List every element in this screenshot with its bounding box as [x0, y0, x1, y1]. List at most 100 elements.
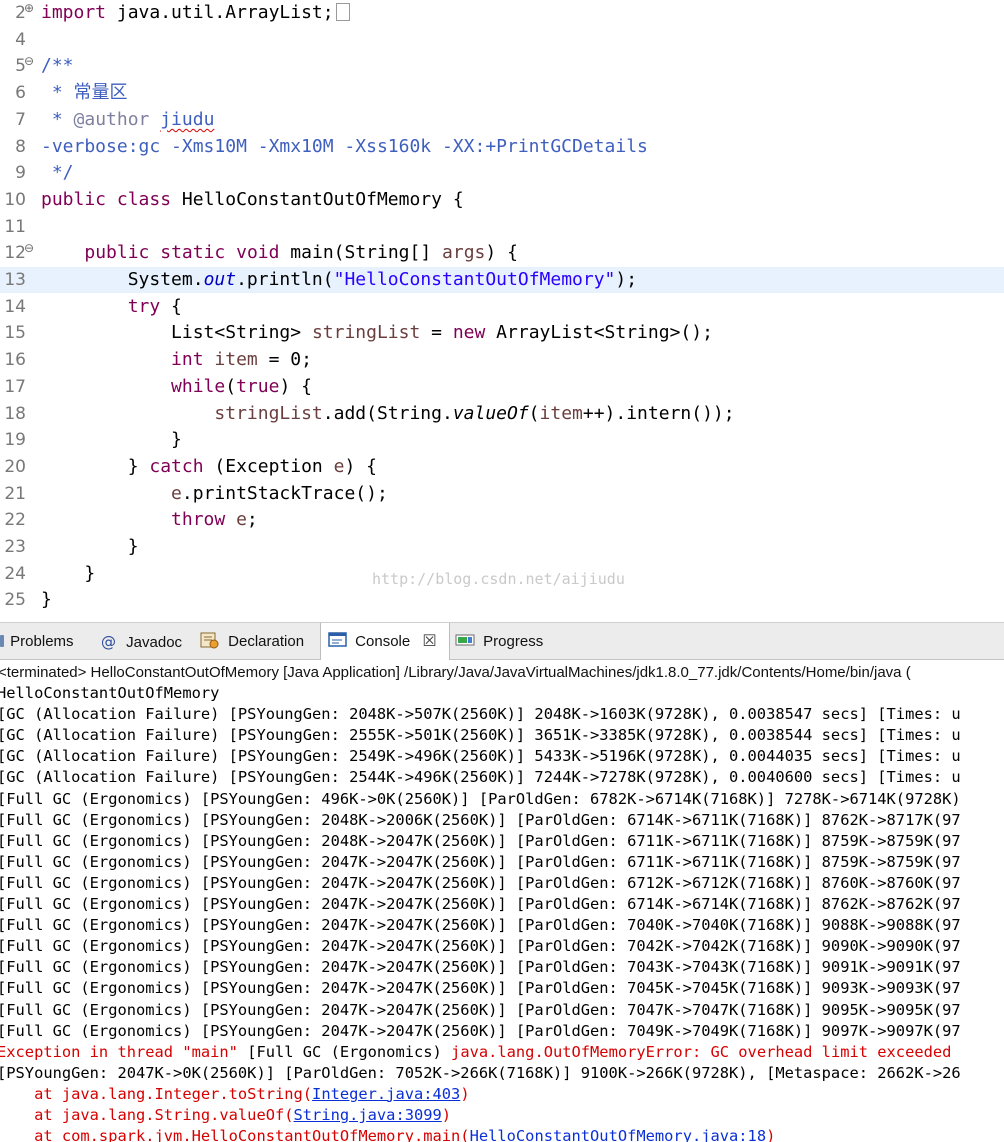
console-line: at java.lang.String.valueOf(String.java:…	[0, 1105, 451, 1126]
console-line: [Full GC (Ergonomics) [PSYoungGen: 2047K…	[0, 894, 961, 915]
line-number: 8	[15, 136, 26, 157]
line-number: 15	[4, 323, 26, 344]
line-number: 19	[4, 430, 26, 451]
code-line[interactable]: 5 ⊖ /**	[0, 53, 1004, 79]
collapse-fold-icon[interactable]: ⊖	[24, 241, 34, 255]
console-line: [Full GC (Ergonomics) [PSYoungGen: 2047K…	[0, 978, 961, 999]
code-line[interactable]: 20 } catch (Exception e) {	[0, 454, 1004, 480]
code-editor[interactable]: 2 ⊕ import java.util.ArrayList; 4 5 ⊖/** 6 * 常…	[0, 0, 1004, 622]
stack-trace-link[interactable]: String.java:3099	[294, 1106, 442, 1124]
code-token: /**	[41, 55, 74, 77]
code-line[interactable]: 9 */	[0, 160, 1004, 186]
code-token: stringList	[214, 402, 323, 424]
console-view[interactable]: <terminated> HelloConstantOutOfMemory [J…	[0, 660, 1004, 1142]
code-line[interactable]: 15 List<String> stringList = new ArrayLi…	[0, 320, 1004, 346]
line-number: 23	[4, 537, 26, 557]
code-line[interactable]: 19 }	[0, 427, 1004, 453]
console-text: at java.lang.String.valueOf(	[0, 1106, 294, 1124]
code-token: out	[203, 269, 237, 290]
code-token: try	[127, 295, 161, 317]
code-line[interactable]: 7 * @author jiudu	[0, 107, 1004, 133]
console-text: at java.lang.Integer.toString(	[0, 1084, 313, 1103]
code-line[interactable]: 10 public class HelloConstantOutOfMemory …	[0, 187, 1004, 213]
code-token: = 0;	[257, 349, 312, 371]
line-number: 20	[4, 456, 26, 477]
code-line[interactable]: 4	[0, 27, 1004, 53]
tab-problems[interactable]: Problems	[0, 623, 74, 660]
collapse-fold-icon[interactable]: ⊖	[24, 54, 34, 68]
code-token: item	[539, 402, 583, 424]
console-line: Exception in thread "main" [Full GC (Erg…	[0, 1042, 951, 1063]
console-text: [Full GC (Ergonomics) [PSYoungGen: 2047K…	[0, 1021, 961, 1040]
code-token: (Exception	[203, 455, 334, 477]
code-text: }	[41, 561, 95, 587]
console-text: [GC (Allocation Failure) [PSYoungGen: 25…	[0, 747, 961, 766]
line-number: 2	[15, 3, 26, 23]
code-line[interactable]: 23 }	[0, 534, 1004, 560]
stack-trace-link[interactable]: HelloConstantOutOfMemory.java:18	[470, 1127, 767, 1142]
code-line[interactable]: 22 throw e;	[0, 507, 1004, 533]
code-text: throw e;	[41, 507, 258, 533]
view-tab-bar: Problems @ Javadoc Declaration Console ☒…	[0, 622, 1004, 661]
code-line[interactable]: 18 stringList.add(String.valueOf(item++)…	[0, 401, 1004, 427]
console-text: [GC (Allocation Failure) [PSYoungGen: 25…	[0, 726, 961, 745]
console-line: [Full GC (Ergonomics) [PSYoungGen: 2047K…	[0, 936, 961, 957]
code-token: throw	[171, 509, 226, 531]
code-token: e	[236, 509, 247, 531]
console-text: [GC (Allocation Failure) [PSYoungGen: 25…	[0, 768, 961, 787]
code-line[interactable]: 2 ⊕ import java.util.ArrayList;	[0, 0, 1004, 26]
stack-trace-link[interactable]: Integer.java:403	[312, 1085, 460, 1103]
line-number: 21	[4, 483, 26, 504]
console-text: [Full GC (Ergonomics) [PSYoungGen: 2047K…	[0, 958, 961, 977]
code-line[interactable]: 14 try {	[0, 294, 1004, 320]
code-text: public class HelloConstantOutOfMemory {	[41, 187, 464, 213]
problems-icon	[0, 626, 6, 664]
code-text: while(true) {	[41, 374, 312, 400]
code-token: List<String>	[41, 322, 312, 344]
code-line[interactable]: 25}	[0, 587, 1004, 613]
code-text: System.out.println("HelloConstantOutOfMe…	[41, 267, 637, 293]
code-line[interactable]: 11	[0, 214, 1004, 240]
progress-icon	[455, 626, 477, 664]
code-token: new	[452, 322, 486, 344]
console-line: HelloConstantOutOfMemory	[0, 683, 219, 704]
console-text: [Full GC (Ergonomics) [PSYoungGen: 2047K…	[0, 979, 961, 998]
code-token: static	[160, 242, 226, 264]
line-number: 14	[4, 296, 26, 317]
code-line[interactable]: 6 * 常量区	[0, 80, 1004, 106]
console-line: [Full GC (Ergonomics) [PSYoungGen: 2047K…	[0, 852, 961, 873]
code-line[interactable]: 8 -verbose:gc -Xms10M -Xmx10M -Xss160k -X…	[0, 134, 1004, 160]
code-text: public static void main(String[] args) {	[41, 240, 518, 266]
code-token: ) {	[485, 242, 518, 264]
code-line[interactable]: 17 while(true) {	[0, 374, 1004, 400]
tab-declaration[interactable]: Declaration	[200, 623, 304, 660]
code-line[interactable]: 21 e.printStackTrace();	[0, 481, 1004, 507]
tab-progress[interactable]: Progress	[455, 623, 543, 660]
code-text: stringList.add(String.valueOf(item++).in…	[41, 401, 734, 427]
tab-javadoc[interactable]: @ Javadoc	[101, 623, 182, 660]
code-token: (	[528, 402, 540, 424]
folded-code-box[interactable]	[335, 3, 350, 21]
code-token: */	[41, 162, 74, 184]
console-text: [Full GC (Ergonomics)	[247, 1042, 452, 1061]
expand-fold-icon[interactable]: ⊕	[24, 1, 34, 15]
at-sign-icon: @	[101, 633, 116, 651]
code-text: }	[41, 534, 139, 560]
code-line[interactable]: 12 ⊖ public static void main(String[] arg…	[0, 240, 1004, 266]
code-token: e	[333, 455, 345, 477]
code-line[interactable]: 13 System.out.println("HelloConstantOutO…	[0, 267, 1004, 293]
console-line: [GC (Allocation Failure) [PSYoungGen: 20…	[0, 704, 961, 725]
console-text: [Full GC (Ergonomics) [PSYoungGen: 2047K…	[0, 895, 961, 913]
tab-console[interactable]: Console ☒	[320, 623, 450, 661]
code-line[interactable]: 16 int item = 0;	[0, 347, 1004, 373]
code-token: =	[420, 322, 453, 344]
code-token: (	[225, 375, 237, 397]
close-icon[interactable]: ☒	[422, 623, 436, 661]
code-text: */	[41, 160, 74, 186]
console-text: [Full GC (Ergonomics) [PSYoungGen: 496K-…	[0, 789, 961, 808]
